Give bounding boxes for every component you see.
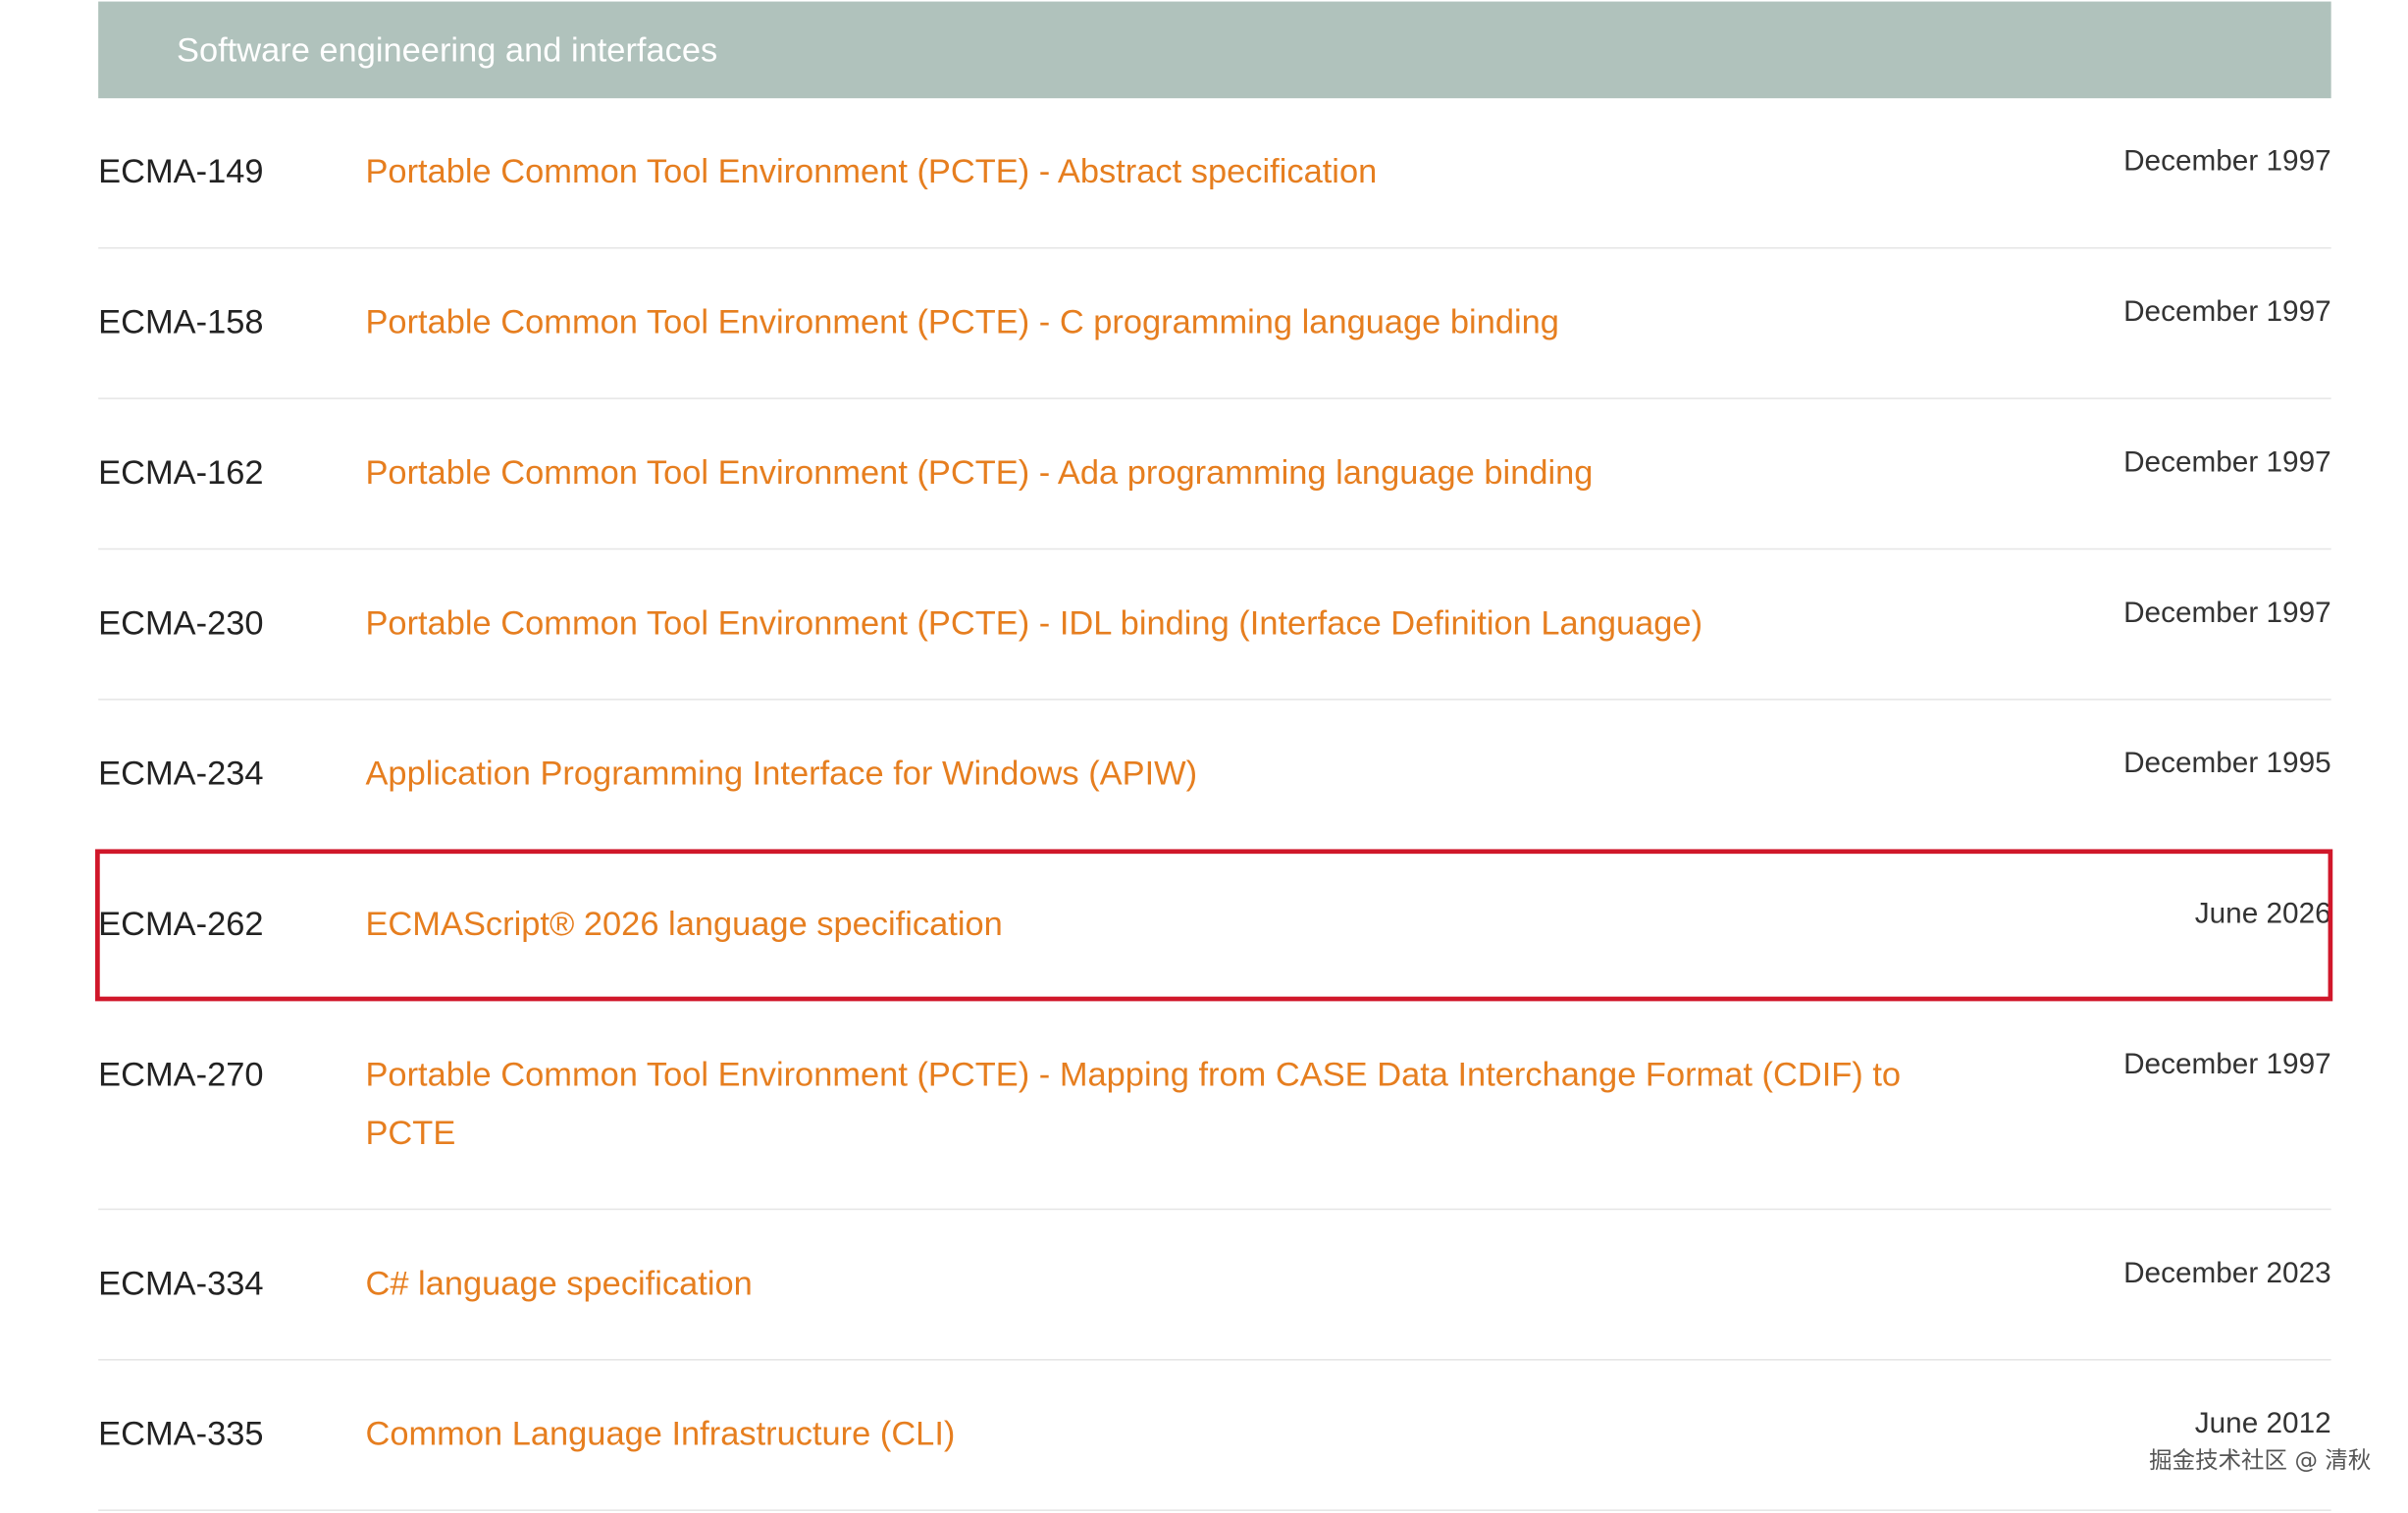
standards-table: ECMA-149 Portable Common Tool Environmen…: [98, 98, 2331, 1511]
standard-number: ECMA-262: [98, 904, 264, 943]
standard-title-link[interactable]: Application Programming Interface for Wi…: [365, 745, 1993, 803]
table-row: ECMA-234 Application Programming Interfa…: [98, 701, 2331, 852]
standard-title-link[interactable]: Portable Common Tool Environment (PCTE) …: [365, 443, 1993, 501]
standard-date: December 2023: [2123, 1257, 2331, 1290]
standard-number: ECMA-335: [98, 1414, 264, 1453]
standard-date: June 2026: [2194, 898, 2331, 931]
table-row: ECMA-230 Portable Common Tool Environmen…: [98, 549, 2331, 701]
table-row: ECMA-270 Portable Common Tool Environmen…: [98, 1001, 2331, 1211]
standard-title-link[interactable]: Portable Common Tool Environment (PCTE) …: [365, 293, 1993, 351]
standard-number: ECMA-234: [98, 754, 264, 793]
table-row-highlighted: ECMA-262 ECMAScript® 2026 language speci…: [98, 851, 2331, 1001]
standard-date: December 1997: [2123, 446, 2331, 480]
standard-title-link[interactable]: C# language specification: [365, 1255, 1993, 1313]
watermark: 掘金技术社区 @ 清秋: [2149, 1446, 2372, 1475]
standard-number: ECMA-230: [98, 603, 264, 643]
table-row: ECMA-335 Common Language Infrastructure …: [98, 1361, 2331, 1511]
standard-number: ECMA-270: [98, 1055, 264, 1094]
standard-number: ECMA-149: [98, 151, 264, 191]
standard-title-link[interactable]: Common Language Infrastructure (CLI): [365, 1405, 1993, 1463]
standard-number: ECMA-158: [98, 302, 264, 341]
standard-title-link[interactable]: Portable Common Tool Environment (PCTE) …: [365, 1046, 1993, 1163]
table-row: ECMA-149 Portable Common Tool Environmen…: [98, 98, 2331, 249]
standard-date: December 1995: [2123, 748, 2331, 781]
table-row: ECMA-158 Portable Common Tool Environmen…: [98, 249, 2331, 399]
table-row: ECMA-334 C# language specification Decem…: [98, 1210, 2331, 1361]
table-row: ECMA-162 Portable Common Tool Environmen…: [98, 399, 2331, 550]
standard-date: December 1997: [2123, 597, 2331, 630]
standard-number: ECMA-334: [98, 1263, 264, 1303]
standard-title-link[interactable]: Portable Common Tool Environment (PCTE) …: [365, 143, 1993, 201]
section-title: Software engineering and interfaces: [176, 30, 718, 70]
standard-date: June 2012: [2194, 1408, 2331, 1440]
standard-title-link[interactable]: ECMAScript® 2026 language specification: [365, 895, 1993, 953]
standard-date: December 1997: [2123, 1048, 2331, 1081]
standard-title-link[interactable]: Portable Common Tool Environment (PCTE) …: [365, 595, 1993, 652]
standards-page: Software engineering and interfaces ECMA…: [0, 0, 2408, 1513]
section-header: Software engineering and interfaces: [98, 1, 2331, 99]
standard-number: ECMA-162: [98, 452, 264, 492]
standard-date: December 1997: [2123, 145, 2331, 179]
standard-date: December 1997: [2123, 296, 2331, 329]
